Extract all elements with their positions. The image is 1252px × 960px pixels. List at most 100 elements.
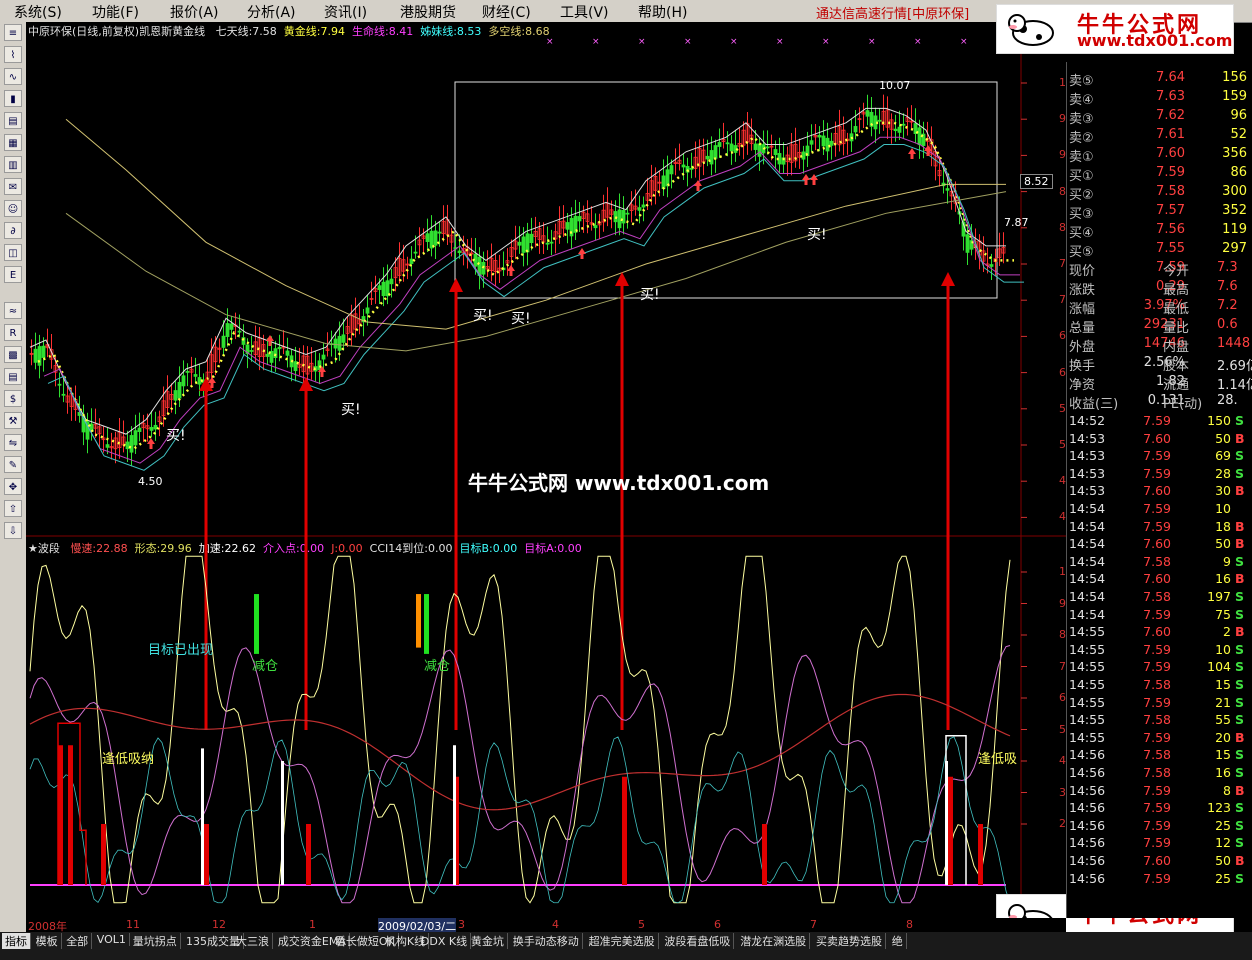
wave-icon[interactable]: ≈ <box>4 302 22 319</box>
order-volume: 96 <box>1230 108 1247 123</box>
menu-tools[interactable]: 工具(V) <box>560 2 609 22</box>
scale-icon[interactable]: ⇋ <box>4 434 22 451</box>
buy-signal-label: 买! <box>640 287 660 303</box>
svg-text:×: × <box>914 37 922 47</box>
trade-volume: 16 <box>1215 571 1231 587</box>
move-icon[interactable]: ✥ <box>4 478 22 495</box>
stat-label: 涨幅 <box>1069 302 1096 317</box>
target-label: 目标已出现 <box>148 643 214 658</box>
buy-signal-label: 买! <box>511 311 531 327</box>
order-volume: 300 <box>1222 184 1247 199</box>
trade-volume: 9 <box>1223 553 1231 569</box>
order-price: 7.58 <box>1156 184 1185 199</box>
trade-volume: 150 <box>1207 413 1231 428</box>
table-icon[interactable]: ▦ <box>4 134 22 151</box>
arrow-down-icon[interactable]: ⇩ <box>4 522 22 539</box>
trade-time: 14:55 <box>1069 677 1106 692</box>
trade-direction: S <box>1235 677 1245 692</box>
tab-6[interactable]: 大三浪 <box>233 933 273 949</box>
stat-label: 换手 <box>1069 359 1096 374</box>
trade-direction: B <box>1235 536 1245 552</box>
trade-volume: 8 <box>1223 782 1231 798</box>
candle-chart-icon[interactable]: ▮ <box>4 90 22 107</box>
tab-0[interactable]: 指标 <box>2 933 31 949</box>
etf-icon[interactable]: E <box>4 266 22 283</box>
trade-price: 7.58 <box>1143 747 1171 763</box>
line-chart-icon[interactable]: ∿ <box>4 68 22 85</box>
order-label: 卖① <box>1069 150 1094 165</box>
menu-finance[interactable]: 财经(C) <box>482 2 531 22</box>
menu-function[interactable]: 功能(F) <box>92 2 139 22</box>
minute-chart-icon[interactable]: ⌇ <box>4 46 22 63</box>
trade-direction: S <box>1235 817 1245 833</box>
pencil-icon[interactable]: ✎ <box>4 456 22 473</box>
money-icon[interactable]: $ <box>4 390 22 407</box>
trade-time: 14:53 <box>1069 483 1106 499</box>
trade-direction: S <box>1235 765 1245 780</box>
trade-direction: B <box>1235 518 1245 534</box>
menu-analysis[interactable]: 分析(A) <box>247 2 296 22</box>
list-icon[interactable]: ≡ <box>4 24 22 41</box>
trade-price: 7.60 <box>1143 483 1171 499</box>
layers-icon[interactable]: ◫ <box>4 244 22 261</box>
menu-quote[interactable]: 报价(A) <box>170 2 219 22</box>
trade-time: 14:54 <box>1069 501 1106 516</box>
formula-icon[interactable]: ∂ <box>4 222 22 239</box>
report-icon[interactable]: ▤ <box>4 112 22 129</box>
tab-17[interactable]: 绝 <box>889 933 907 949</box>
time-tick: 5 <box>638 918 645 931</box>
news-icon[interactable]: ▥ <box>4 156 22 173</box>
mail-icon[interactable]: ✉ <box>4 178 22 195</box>
trade-volume: 104 <box>1207 659 1231 675</box>
trade-row: 14:56 7.58 16 S <box>1067 765 1252 783</box>
trade-row: 14:55 7.60 2 B <box>1067 624 1252 642</box>
trade-price: 7.59 <box>1143 501 1171 516</box>
menu-info[interactable]: 资讯(I) <box>324 2 367 22</box>
menu-help[interactable]: 帮助(H) <box>638 2 687 22</box>
left-toolbar: ≡ ⌇ ∿ ▮ ▤ ▦ ▥ ✉ ☺ ∂ ◫ E ≈ R ▩ ▤ $ ⚒ ⇋ ✎ … <box>0 22 27 932</box>
tab-4[interactable]: 量坑拐点 <box>130 933 181 949</box>
low-price-label: 4.50 <box>138 475 163 488</box>
people-icon[interactable]: ☺ <box>4 200 22 217</box>
tab-2[interactable]: 全部 <box>63 933 93 949</box>
trade-volume: 21 <box>1215 694 1231 710</box>
order-price: 7.64 <box>1156 70 1185 85</box>
tab-13[interactable]: 超准完美选股 <box>586 933 659 949</box>
tab-3[interactable]: VOL1 <box>94 933 130 946</box>
reduce-label: 减仓 <box>424 659 451 674</box>
trade-row: 14:55 7.59 21 S <box>1067 695 1252 713</box>
trade-row: 14:54 7.60 50 B <box>1067 536 1252 554</box>
tab-1[interactable]: 模板 <box>33 933 62 949</box>
chart-area[interactable]: 中原环保(日线,前复权)凯恩斯黄金线 七天线:7.58 黄金线:7.94 生命线:8… <box>26 4 1234 936</box>
buy-dip-label: 逢低吸 <box>978 752 1018 767</box>
arrow-up-icon[interactable]: ⇧ <box>4 500 22 517</box>
time-tick: 12 <box>212 918 226 931</box>
tab-14[interactable]: 波段看盘低吸 <box>661 933 735 949</box>
tab-12[interactable]: 换手动态移动 <box>510 933 583 949</box>
trade-volume: 10 <box>1215 641 1231 657</box>
buy-signal-label: 买! <box>473 308 493 324</box>
time-axis: 2008年 11 12 1 2009/02/03/二 3 4 5 6 7 8 <box>26 918 1066 934</box>
menu-system[interactable]: 系统(S) <box>14 2 62 22</box>
trade-volume: 10 <box>1215 501 1231 516</box>
wrench-icon[interactable]: ⚒ <box>4 412 22 429</box>
stat-label: 净资 <box>1069 378 1096 393</box>
svg-text:×: × <box>822 37 830 47</box>
order-volume: 352 <box>1222 203 1247 218</box>
order-label: 买⑤ <box>1069 245 1094 260</box>
sheet-icon[interactable]: ▤ <box>4 368 22 385</box>
right-price-label: 7.87 <box>1004 216 1029 229</box>
trade-row: 14:56 7.59 25 S <box>1067 818 1252 836</box>
tab-16[interactable]: 买卖趋势选股 <box>813 933 886 949</box>
tab-10[interactable]: DDX K线 <box>418 933 472 949</box>
grid-icon[interactable]: ▩ <box>4 346 22 363</box>
menu-hk-futures[interactable]: 港股期货 <box>400 2 456 22</box>
trade-time: 14:54 <box>1069 553 1106 569</box>
rsi-icon[interactable]: R <box>4 324 22 341</box>
trade-direction: B <box>1235 782 1245 798</box>
trade-row: 14:54 7.58 197 S <box>1067 589 1252 607</box>
trade-time: 14:54 <box>1069 536 1106 552</box>
tab-11[interactable]: 黄金坑 <box>468 933 508 949</box>
tab-15[interactable]: 潜龙在渊选股 <box>737 933 811 949</box>
order-price: 7.57 <box>1156 203 1185 218</box>
